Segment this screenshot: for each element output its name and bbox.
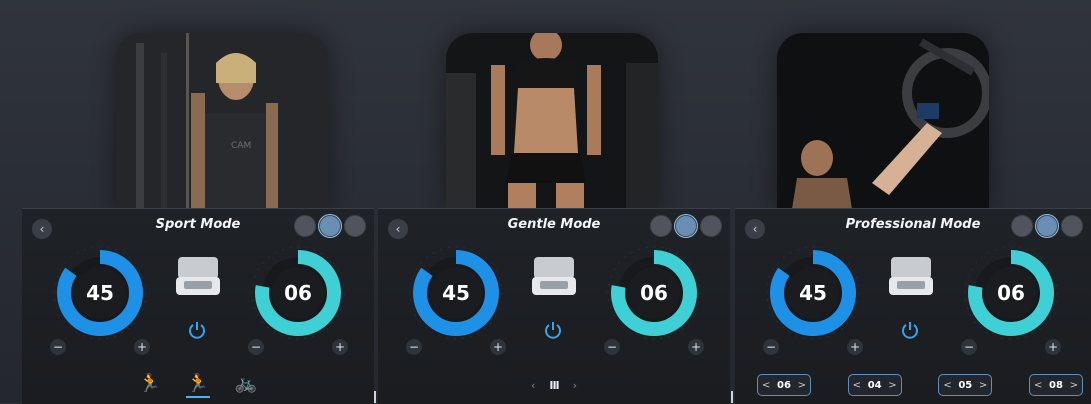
time-decrease-button[interactable]: − bbox=[248, 339, 264, 355]
device-chair-icon bbox=[883, 249, 939, 305]
time-dial[interactable]: 06 bbox=[248, 243, 348, 343]
gentle-mode-photo bbox=[446, 33, 658, 209]
professional-mode-panel: ‹ Professional Mode 45 − + 06 − + < 06 >… bbox=[735, 208, 1091, 404]
profile-avatar[interactable] bbox=[344, 215, 366, 237]
stepper-value: 05 bbox=[958, 379, 973, 391]
gentle-mode-panel: ‹ Gentle Mode 45 − + 06 − + ‹ III › bbox=[378, 208, 730, 404]
stepper-value: 06 bbox=[777, 379, 791, 391]
profile-avatar[interactable] bbox=[294, 215, 316, 237]
power-icon[interactable] bbox=[899, 319, 921, 341]
svg-text:CAM: CAM bbox=[231, 141, 251, 151]
profile-avatar-active[interactable] bbox=[319, 215, 341, 237]
time-value: 06 bbox=[284, 281, 312, 305]
intensity-increase-button[interactable]: + bbox=[847, 339, 863, 355]
intensity-decrease-button[interactable]: − bbox=[406, 339, 422, 355]
parameter-steppers: < 06 > < 04 > < 05 > < 08 > bbox=[757, 374, 1083, 396]
app-page: CAM ‹ Sport Mode 45 − + 06 − + 🏃 🏃 🚲 ‹ G… bbox=[0, 0, 1091, 404]
next-button[interactable]: › bbox=[573, 379, 577, 392]
profile-avatar-active[interactable] bbox=[1036, 215, 1058, 237]
stepper-increase-button[interactable]: > bbox=[798, 380, 806, 391]
professional-mode-photo bbox=[777, 33, 989, 209]
intensity-increase-button[interactable]: + bbox=[490, 339, 506, 355]
sport-mode-panel: ‹ Sport Mode 45 − + 06 − + 🏃 🏃 🚲 bbox=[22, 208, 374, 404]
power-icon[interactable] bbox=[542, 319, 564, 341]
profile-avatar-active[interactable] bbox=[675, 215, 697, 237]
stepper-increase-button[interactable]: > bbox=[888, 380, 896, 391]
run-icon[interactable]: 🏃 bbox=[138, 372, 162, 396]
parameter-stepper[interactable]: < 05 > bbox=[938, 374, 993, 396]
profile-avatar[interactable] bbox=[1011, 215, 1033, 237]
parameter-stepper[interactable]: < 06 > bbox=[757, 374, 811, 396]
intensity-dial[interactable]: 45 bbox=[406, 243, 506, 343]
cycle-icon[interactable]: 🚲 bbox=[234, 372, 258, 396]
time-increase-button[interactable]: + bbox=[1045, 339, 1061, 355]
sprint-icon[interactable]: 🏃 bbox=[186, 372, 210, 398]
profile-switcher bbox=[1011, 215, 1083, 237]
parameter-stepper[interactable]: < 08 > bbox=[1028, 374, 1083, 396]
pause-icon[interactable]: III bbox=[549, 379, 559, 392]
parameter-stepper[interactable]: < 04 > bbox=[847, 374, 902, 396]
intensity-value: 45 bbox=[86, 281, 114, 305]
intensity-dial[interactable]: 45 bbox=[50, 243, 150, 343]
device-chair-icon bbox=[170, 249, 226, 305]
time-dial[interactable]: 06 bbox=[604, 243, 704, 343]
time-value: 06 bbox=[640, 281, 668, 305]
stepper-decrease-button[interactable]: < bbox=[1034, 380, 1042, 391]
time-increase-button[interactable]: + bbox=[688, 339, 704, 355]
stepper-value: 08 bbox=[1049, 379, 1063, 391]
stepper-increase-button[interactable]: > bbox=[979, 380, 987, 391]
panel-divider bbox=[374, 391, 376, 403]
intensity-increase-button[interactable]: + bbox=[134, 339, 150, 355]
stepper-value: 04 bbox=[867, 379, 882, 391]
exercise-mode-selector: 🏃 🏃 🚲 bbox=[22, 372, 374, 398]
stepper-decrease-button[interactable]: < bbox=[853, 380, 861, 391]
time-decrease-button[interactable]: − bbox=[961, 339, 977, 355]
panel-divider bbox=[731, 391, 733, 403]
intensity-dial[interactable]: 45 bbox=[763, 243, 863, 343]
time-value: 06 bbox=[997, 281, 1025, 305]
device-chair-icon bbox=[526, 249, 582, 305]
power-icon[interactable] bbox=[186, 319, 208, 341]
profile-switcher bbox=[650, 215, 722, 237]
profile-switcher bbox=[294, 215, 366, 237]
playback-controls: ‹ III › bbox=[378, 379, 730, 392]
intensity-decrease-button[interactable]: − bbox=[763, 339, 779, 355]
sport-mode-photo: CAM bbox=[116, 33, 328, 209]
stepper-increase-button[interactable]: > bbox=[1070, 380, 1078, 391]
profile-avatar[interactable] bbox=[700, 215, 722, 237]
intensity-value: 45 bbox=[442, 281, 470, 305]
time-decrease-button[interactable]: − bbox=[604, 339, 620, 355]
time-increase-button[interactable]: + bbox=[332, 339, 348, 355]
stepper-decrease-button[interactable]: < bbox=[762, 380, 770, 391]
profile-avatar[interactable] bbox=[1061, 215, 1083, 237]
intensity-decrease-button[interactable]: − bbox=[50, 339, 66, 355]
time-dial[interactable]: 06 bbox=[961, 243, 1061, 343]
stepper-decrease-button[interactable]: < bbox=[943, 380, 951, 391]
intensity-value: 45 bbox=[799, 281, 827, 305]
prev-button[interactable]: ‹ bbox=[531, 379, 535, 392]
profile-avatar[interactable] bbox=[650, 215, 672, 237]
